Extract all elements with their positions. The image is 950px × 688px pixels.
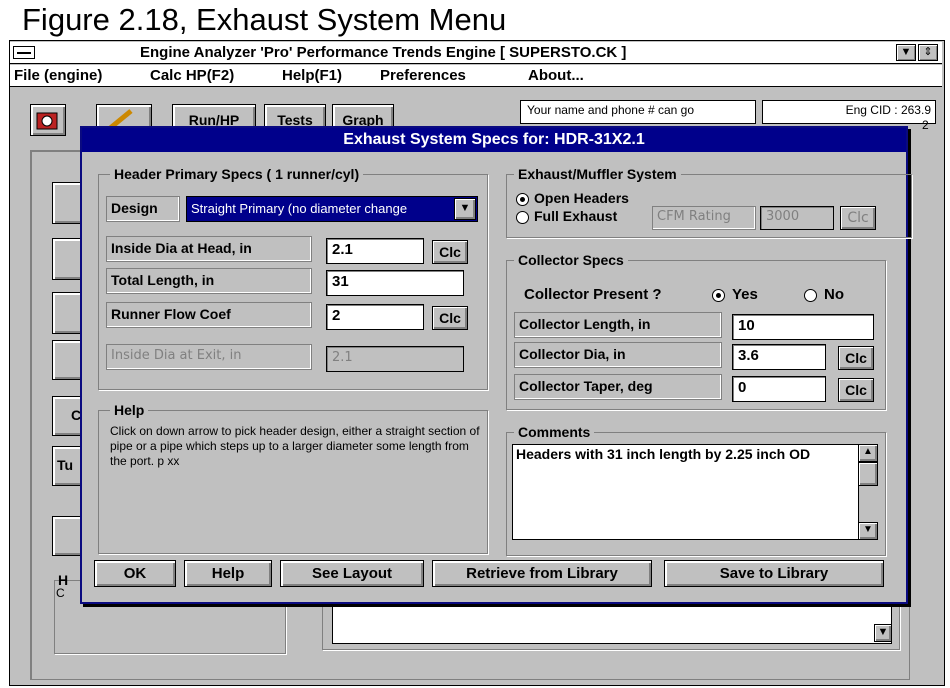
inside-dia-head-input[interactable]: 2.1 <box>326 238 424 264</box>
collector-present-label: Collector Present ? <box>524 286 662 303</box>
inside-dia-exit-label: Inside Dia at Exit, in <box>106 344 312 370</box>
title-bar: Engine Analyzer 'Pro' Performance Trends… <box>10 42 942 64</box>
scroll-thumb[interactable] <box>858 462 878 486</box>
menu-bar: File (engine) Calc HP(F2) Help(F1) Prefe… <box>10 65 942 87</box>
open-headers-label[interactable]: Open Headers <box>534 190 629 206</box>
engine-cid-readout: Eng CID : 263.9 <box>762 100 936 124</box>
design-select[interactable]: Straight Primary (no diameter change <box>186 196 478 222</box>
collector-length-input[interactable]: 10 <box>732 314 874 340</box>
ok-button[interactable]: OK <box>94 560 176 587</box>
dialog-title: Exhaust System Specs for: HDR-31X2.1 <box>82 128 906 152</box>
collector-taper-label: Collector Taper, deg <box>514 374 722 400</box>
collector-dia-label: Collector Dia, in <box>514 342 722 368</box>
menu-preferences[interactable]: Preferences <box>380 67 466 84</box>
collector-no-label[interactable]: No <box>824 286 844 303</box>
see-layout-button[interactable]: See Layout <box>280 560 424 587</box>
full-exhaust-label[interactable]: Full Exhaust <box>534 208 617 224</box>
inside-dia-clc-button[interactable]: Clc <box>432 240 468 264</box>
collector-taper-clc-button[interactable]: Clc <box>838 378 874 402</box>
inside-dia-head-label: Inside Dia at Head, in <box>106 236 312 262</box>
retrieve-from-library-button[interactable]: Retrieve from Library <box>432 560 652 587</box>
cfm-rating-label: CFM Rating <box>652 206 756 230</box>
runner-flow-coef-input[interactable]: 2 <box>326 304 424 330</box>
restore-button[interactable]: ⇕ <box>918 44 938 61</box>
engine-icon <box>36 112 58 130</box>
collector-yes-radio[interactable] <box>712 289 725 302</box>
collector-length-label: Collector Length, in <box>514 312 722 338</box>
menu-file[interactable]: File (engine) <box>14 67 102 84</box>
collector-specs-title: Collector Specs <box>514 252 628 268</box>
header-primary-title: Header Primary Specs ( 1 runner/cyl) <box>110 166 364 182</box>
bg-scroll-down-icon[interactable]: ▼ <box>874 624 892 642</box>
collector-taper-input[interactable]: 0 <box>732 376 826 402</box>
design-dropdown-arrow-icon[interactable]: ▼ <box>454 198 476 220</box>
comments-title: Comments <box>514 424 595 440</box>
collector-dia-clc-button[interactable]: Clc <box>838 346 874 370</box>
total-length-input[interactable]: 31 <box>326 270 464 296</box>
menu-calc-hp[interactable]: Calc HP(F2) <box>150 67 234 84</box>
bg-help-text: C <box>56 586 65 600</box>
inside-dia-exit-input: 2.1 <box>326 346 464 372</box>
comments-text: Headers with 31 inch length by 2.25 inch… <box>516 446 811 462</box>
collector-dia-input[interactable]: 3.6 <box>732 344 826 370</box>
full-exhaust-radio[interactable] <box>516 211 529 224</box>
collector-yes-label[interactable]: Yes <box>732 286 758 303</box>
engine-icon-button[interactable] <box>30 104 66 136</box>
help-button[interactable]: Help <box>184 560 272 587</box>
minimize-button[interactable]: ▼ <box>896 44 916 61</box>
runner-flow-clc-button[interactable]: Clc <box>432 306 468 330</box>
system-menu-icon[interactable] <box>13 46 35 59</box>
help-text: Click on down arrow to pick header desig… <box>110 424 480 468</box>
cfm-clc-button: Clc <box>840 206 876 230</box>
scroll-down-icon[interactable]: ▼ <box>858 522 878 540</box>
cid-tail: 2 <box>922 118 929 132</box>
app-title: Engine Analyzer 'Pro' Performance Trends… <box>140 44 627 61</box>
user-name-field: Your name and phone # can go <box>520 100 756 124</box>
figure-caption: Figure 2.18, Exhaust System Menu <box>22 2 507 37</box>
open-headers-radio[interactable] <box>516 193 529 206</box>
menu-about[interactable]: About... <box>528 67 584 84</box>
help-title: Help <box>110 402 149 418</box>
cfm-rating-input: 3000 <box>760 206 834 230</box>
runner-flow-coef-label: Runner Flow Coef <box>106 302 312 328</box>
save-to-library-button[interactable]: Save to Library <box>664 560 884 587</box>
design-label: Design <box>106 196 180 222</box>
total-length-label: Total Length, in <box>106 268 312 294</box>
bg-comments-field <box>332 600 892 644</box>
scroll-up-icon[interactable]: ▲ <box>858 444 878 462</box>
collector-no-radio[interactable] <box>804 289 817 302</box>
exhaust-muffler-title: Exhaust/Muffler System <box>514 166 681 182</box>
menu-help[interactable]: Help(F1) <box>282 67 342 84</box>
